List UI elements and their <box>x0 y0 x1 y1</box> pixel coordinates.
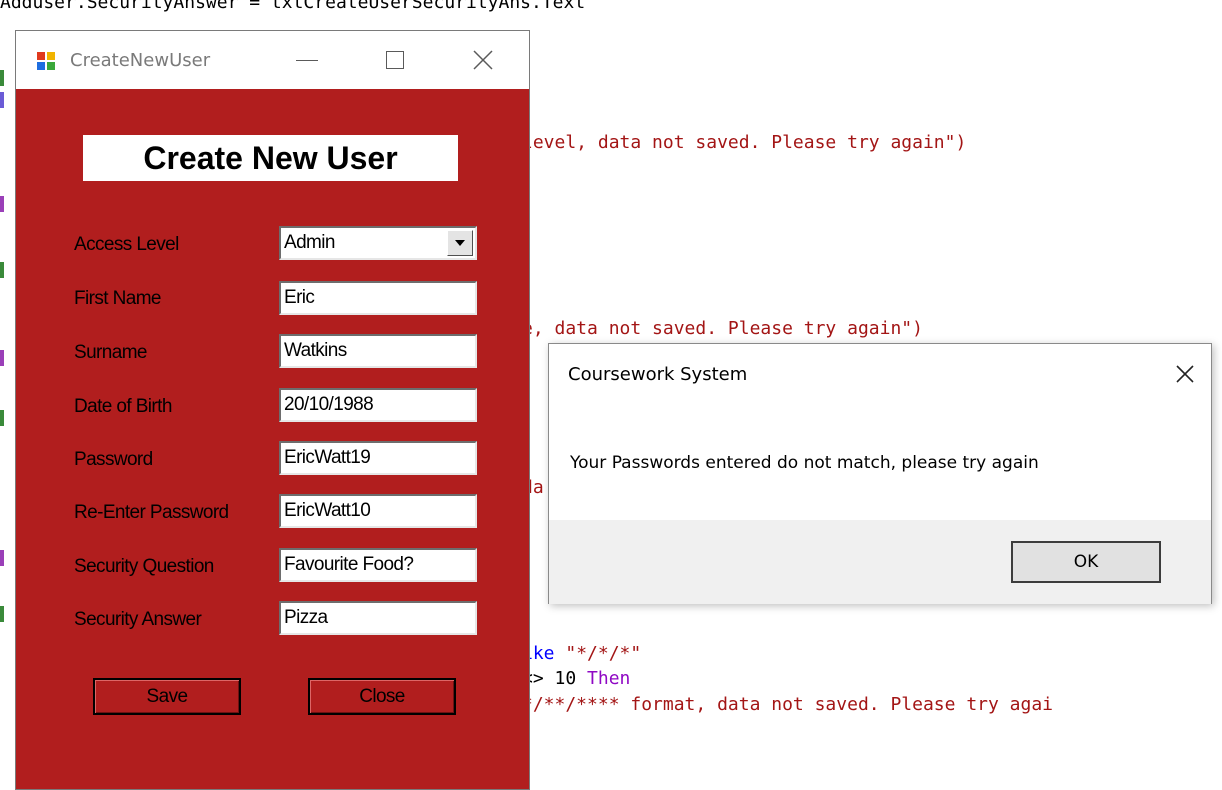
code-line: level, data not saved. Please try again"… <box>522 132 966 154</box>
gutter-marker <box>0 262 4 278</box>
gutter-marker <box>0 350 4 366</box>
window-title: CreateNewUser <box>70 50 211 71</box>
code-token: Adduser.SecurityAnswer = txtCreateUserSe… <box>0 0 586 13</box>
code-token: <> 10 <box>522 668 588 689</box>
access-level-select[interactable]: Admin <box>279 226 477 260</box>
surname-input[interactable]: Watkins <box>279 334 477 368</box>
create-new-user-window: CreateNewUser Create New User Access Lev… <box>15 30 530 790</box>
code-line: <> 10 Then <box>522 668 630 690</box>
access-level-label: Access Level <box>74 234 179 255</box>
maximize-button[interactable] <box>366 31 424 89</box>
code-token: Then <box>587 668 631 689</box>
code-line: e, data not saved. Please try again") <box>522 318 923 340</box>
message-box-dialog: Coursework System Your Passwords entered… <box>548 343 1212 604</box>
date-of-birth-label: Date of Birth <box>74 396 172 417</box>
dialog-message: Your Passwords entered do not match, ple… <box>570 453 1039 473</box>
gutter-marker <box>0 196 4 212</box>
first-name-input[interactable]: Eric <box>279 281 477 315</box>
code-line: ike "*/*/*" <box>522 643 641 665</box>
ok-button[interactable]: OK <box>1011 541 1161 583</box>
access-level-value: Admin <box>284 232 335 253</box>
password-label: Password <box>74 449 153 470</box>
dropdown-button[interactable] <box>447 230 473 256</box>
security-question-input[interactable]: Favourite Food? <box>279 548 477 582</box>
code-token: "*/*/*" <box>565 643 642 664</box>
gutter-marker <box>0 410 4 426</box>
close-button[interactable]: Close <box>308 678 456 715</box>
code-token: */**/**** format, data not saved. Please… <box>522 694 1054 715</box>
code-line: */**/**** format, data not saved. Please… <box>522 694 1053 716</box>
security-question-label: Security Question <box>74 556 214 577</box>
code-line: Adduser.SecurityAnswer = txtCreateUserSe… <box>0 0 585 14</box>
close-icon <box>473 50 493 70</box>
form-heading: Create New User <box>83 135 458 181</box>
gutter-marker <box>0 550 4 566</box>
window-titlebar[interactable]: CreateNewUser <box>16 31 529 89</box>
gutter-marker <box>0 70 4 86</box>
save-button[interactable]: Save <box>93 678 241 715</box>
minimize-icon <box>296 59 318 61</box>
maximize-icon <box>386 51 404 69</box>
surname-label: Surname <box>74 342 148 363</box>
code-token: level, data not saved. Please try again"… <box>522 132 967 153</box>
re-enter-password-label: Re-Enter Password <box>74 502 229 523</box>
code-token: e, data not saved. Please try again") <box>522 318 923 339</box>
password-input[interactable]: EricWatt19 <box>279 441 477 475</box>
security-answer-label: Security Answer <box>74 609 202 630</box>
chevron-down-icon <box>455 240 465 246</box>
dialog-close-button[interactable] <box>1165 354 1205 394</box>
gutter-marker <box>0 606 4 622</box>
gutter-marker <box>0 92 4 108</box>
app-form-icon <box>37 52 55 70</box>
dialog-title: Coursework System <box>568 364 748 385</box>
minimize-button[interactable] <box>278 31 336 89</box>
close-icon <box>1176 365 1194 383</box>
dialog-footer: OK <box>549 520 1211 604</box>
close-window-button[interactable] <box>454 31 512 89</box>
first-name-label: First Name <box>74 288 162 309</box>
security-answer-input[interactable]: Pizza <box>279 601 477 635</box>
date-of-birth-input[interactable]: 20/10/1988 <box>279 388 477 422</box>
re-enter-password-input[interactable]: EricWatt10 <box>279 494 477 528</box>
